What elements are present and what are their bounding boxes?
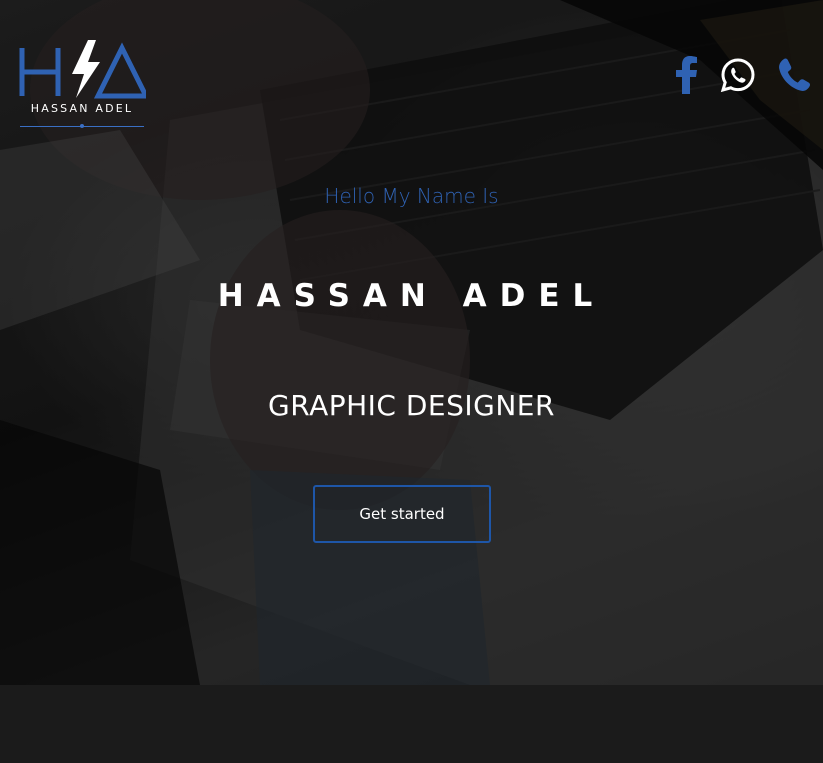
hero-section: HASSAN ADEL Hello My Name Is HASSAN ADEL… xyxy=(0,0,823,685)
facebook-link[interactable] xyxy=(672,54,702,96)
hero-greeting: Hello My Name Is xyxy=(324,184,499,208)
whatsapp-icon xyxy=(720,58,755,93)
hero-name: HASSAN ADEL xyxy=(217,278,606,314)
page-below-hero xyxy=(0,685,823,763)
logo-divider-dot xyxy=(80,124,84,128)
phone-link[interactable] xyxy=(774,54,814,96)
ha-lightning-logo-icon xyxy=(19,40,146,99)
facebook-icon xyxy=(676,56,697,94)
whatsapp-link[interactable] xyxy=(718,54,758,96)
hero-role: GRAPHIC DESIGNER xyxy=(268,389,555,422)
logo-name: HASSAN ADEL xyxy=(30,102,134,115)
site-logo[interactable]: HASSAN ADEL xyxy=(18,38,146,130)
phone-icon xyxy=(779,58,810,91)
get-started-button[interactable]: Get started xyxy=(313,485,491,543)
